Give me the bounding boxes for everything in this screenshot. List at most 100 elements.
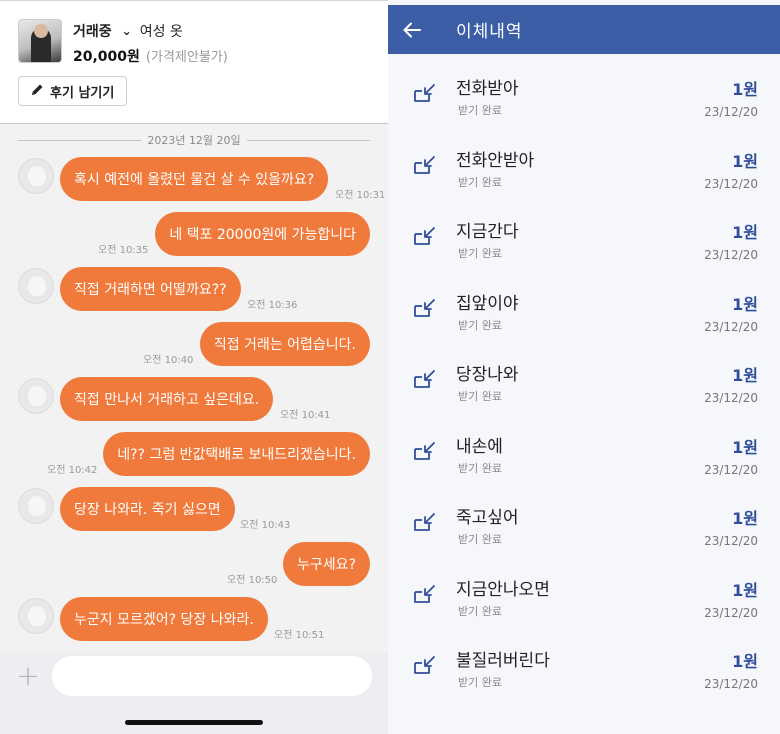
message-time: 오전 10:41	[280, 410, 331, 421]
transfer-status: 받기 완료	[458, 175, 502, 189]
chevron-down-icon[interactable]: ⌄	[122, 24, 132, 38]
message-input-bar: +	[0, 652, 388, 734]
transfer-amount: 1원	[732, 437, 758, 457]
receive-arrow-icon	[412, 82, 438, 104]
transfer-date: 23/12/20	[704, 105, 758, 119]
message-bubble-sent[interactable]: 네?? 그럼 반값택배로 보내드리겠습니다.	[103, 432, 370, 476]
transfer-status: 받기 완료	[458, 318, 502, 332]
message-text: 직접 만나서 거래하고 싶은데요.	[74, 392, 260, 408]
transfer-amount: 1원	[732, 80, 758, 99]
trade-status-label[interactable]: 거래중	[73, 21, 112, 41]
message-text: 직접 거래는 어렵습니다.	[213, 337, 356, 353]
transfer-memo: 집앞이야	[456, 293, 519, 314]
transfer-list-item[interactable]: 지금안나오면 받기 완료 1원 23/12/20	[388, 563, 780, 634]
message-time: 오전 10:31	[335, 190, 386, 201]
message-bubble-received[interactable]: 혹시 예전에 올렸던 물건 살 수 있을까요?	[60, 157, 329, 201]
transfer-history-header: 이체내역	[388, 5, 780, 54]
transfer-memo: 전화안받아	[456, 150, 535, 171]
message-time: 오전 10:40	[143, 355, 194, 366]
receive-arrow-icon	[412, 511, 438, 533]
product-price: 20,000원	[73, 49, 140, 65]
transfer-status: 받기 완료	[458, 604, 502, 618]
pencil-icon	[31, 83, 44, 100]
transfer-date: 23/12/20	[704, 462, 758, 477]
transfer-list-item[interactable]: 집앞이야받기 완료 1원 23/12/20	[388, 277, 780, 348]
message-text: 네 택포 20000원에 가능합니다	[169, 227, 356, 243]
transfer-memo: 죽고싶어	[456, 508, 519, 528]
write-review-button[interactable]: 후기 남기기	[18, 76, 128, 106]
transfer-memo: 당장나와	[456, 365, 519, 385]
message-text: 네?? 그럼 반값택배로 보내드리겠습니다.	[117, 447, 356, 463]
receive-arrow-icon	[412, 583, 438, 605]
transfer-date: 23/12/20	[704, 677, 758, 691]
home-indicator	[125, 720, 263, 725]
message-text: 당장 나와라. 죽기 싫으면	[74, 502, 221, 518]
message-time: 오전 10:51	[274, 630, 325, 641]
message-text: 직접 거래하면 어떨까요??	[74, 282, 227, 298]
transfer-date: 23/12/20	[704, 605, 758, 620]
transfer-date: 23/12/20	[704, 176, 758, 191]
transfer-amount: 1원	[732, 366, 758, 385]
transfer-list-item[interactable]: 전화받아받기 완료 1원 23/12/20	[388, 62, 780, 133]
message-text: 누군지 모르겠어? 당장 나와라.	[74, 612, 254, 628]
trade-status-row: 거래중 ⌄ 여성 옷	[73, 21, 183, 41]
receive-arrow-icon	[412, 154, 438, 176]
message-time: 오전 10:50	[227, 575, 278, 586]
receive-arrow-icon	[412, 368, 438, 390]
arrow-left-icon[interactable]	[388, 5, 436, 54]
transfer-status: 받기 완료	[458, 390, 502, 403]
sender-avatar[interactable]	[18, 598, 54, 634]
message-text: 혹시 예전에 올렸던 물건 살 수 있을까요?	[74, 172, 315, 188]
message-bubble-received[interactable]: 직접 거래하면 어떨까요??	[60, 267, 241, 311]
transfer-amount: 1원	[732, 580, 758, 600]
write-review-label: 후기 남기기	[50, 85, 115, 101]
transfer-memo: 내손에	[456, 436, 503, 457]
transfer-amount: 1원	[732, 294, 758, 314]
message-input[interactable]	[52, 656, 372, 696]
page-title: 이체내역	[456, 22, 523, 42]
transfer-memo: 전화받아	[456, 79, 519, 99]
transfer-list-item[interactable]: 지금간다 받기 완료 1원 23/12/20	[388, 205, 780, 276]
sender-avatar[interactable]	[18, 158, 54, 194]
message-bubble-sent[interactable]: 누구세요?	[283, 542, 370, 586]
message-bubble-sent[interactable]: 네 택포 20000원에 가능합니다	[155, 212, 370, 256]
transfer-status: 받기 완료	[458, 676, 502, 689]
transfer-status: 받기 완료	[458, 533, 502, 546]
receive-arrow-icon	[412, 654, 438, 676]
message-time: 오전 10:35	[98, 245, 149, 256]
transfer-status: 받기 완료	[458, 247, 502, 260]
transfer-date: 23/12/20	[704, 534, 758, 548]
date-divider: 2023년 12월 20일	[18, 131, 370, 149]
transfer-amount: 1원	[732, 151, 758, 171]
transfer-date: 23/12/20	[704, 248, 758, 262]
transfer-date: 23/12/20	[704, 319, 758, 334]
transfer-list-item[interactable]: 당장나와받기 완료 1원 23/12/20	[388, 348, 780, 419]
message-bubble-received[interactable]: 당장 나와라. 죽기 싫으면	[60, 487, 235, 531]
message-time: 오전 10:42	[47, 465, 98, 476]
receive-arrow-icon	[412, 225, 438, 247]
message-bubble-received[interactable]: 직접 만나서 거래하고 싶은데요.	[60, 377, 274, 421]
sender-avatar[interactable]	[18, 268, 54, 304]
transfer-list-item[interactable]: 전화안받아받기 완료 1원 23/12/20	[388, 134, 780, 205]
transfer-history-panel: 이체내역 전화받아 받기 완료 1원 23/12/20 전화안받아 받기 완료 1원 23/1…	[388, 0, 780, 734]
message-text: 누구세요?	[297, 557, 356, 573]
chat-header: 거래중 ⌄ 여성 옷 20,000원 (가격제안불가) 후기 남기기	[0, 0, 388, 124]
price-note: (가격제안불가)	[145, 50, 228, 65]
transfer-memo: 지금간다	[456, 222, 519, 242]
transfer-list-item[interactable]: 죽고싶어받기 완료 1원 23/12/20	[388, 491, 780, 562]
plus-icon[interactable]: +	[14, 662, 42, 690]
receive-arrow-icon	[412, 297, 438, 319]
sender-avatar[interactable]	[18, 378, 54, 414]
date-divider-label: 2023년 12월 20일	[147, 134, 241, 147]
message-bubble-sent[interactable]: 직접 거래는 어렵습니다.	[199, 322, 370, 366]
transfer-amount: 1원	[732, 509, 758, 528]
product-thumbnail[interactable]	[18, 19, 62, 63]
transfer-list-item[interactable]: 내손에 받기 완료 1원 23/12/20	[388, 420, 780, 491]
transfer-date: 23/12/20	[704, 391, 758, 405]
receive-arrow-icon	[412, 440, 438, 462]
message-bubble-received[interactable]: 누군지 모르겠어? 당장 나와라.	[60, 597, 268, 641]
sender-avatar[interactable]	[18, 488, 54, 524]
transfer-list-item[interactable]: 불질러버린다 받기 완료 1원 23/12/20	[388, 634, 780, 705]
message-time: 오전 10:43	[240, 520, 291, 531]
transfer-status: 받기 완료	[458, 104, 502, 117]
